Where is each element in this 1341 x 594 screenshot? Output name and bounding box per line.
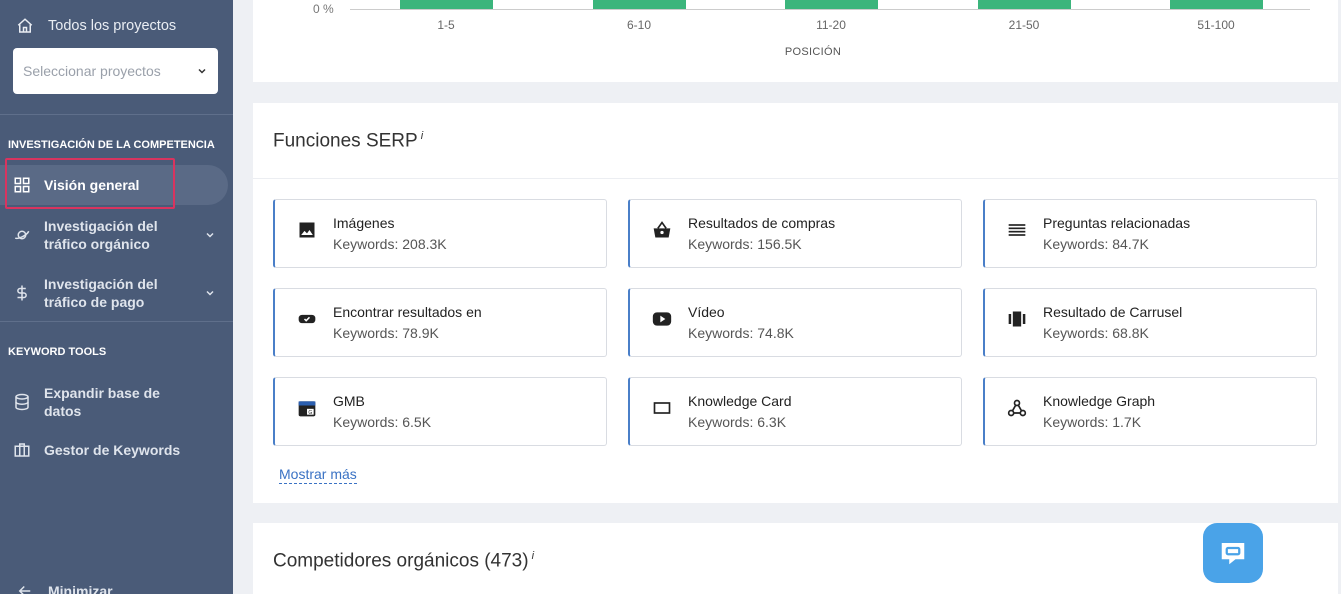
all-projects-label: Todos los proyectos [48,18,177,34]
project-select-placeholder: Seleccionar proyectos [23,63,161,79]
chat-button[interactable] [1203,523,1263,583]
chart-bar [1170,0,1263,9]
sidebar-divider [0,321,233,322]
sidebar-item-label: Investigación del tráfico orgánico [44,218,158,252]
feature-name: GMB [333,393,365,409]
feature-count: Keywords: 156.5K [688,236,802,252]
serp-feature-video[interactable]: Vídeo Keywords: 74.8K [628,288,962,357]
serp-feature-carousel[interactable]: Resultado de Carrusel Keywords: 68.8K [983,288,1317,357]
minimize-label: Minimizar [48,583,113,594]
feature-count: Keywords: 1.7K [1043,414,1142,430]
serp-feature-images[interactable]: Imágenes Keywords: 208.3K [273,199,607,268]
competitors-title: Competidores orgánicos (473) [273,550,529,572]
arrow-left-icon [18,585,31,594]
sidebar-item-organic-traffic[interactable]: Investigación del tráfico orgánico [0,216,228,254]
chevron-down-icon [198,68,206,74]
feature-name: Resultado de Carrusel [1043,304,1183,320]
sidebar-item-keyword-manager[interactable]: Gestor de Keywords [0,440,228,460]
y-axis-tick: 0 % [313,2,334,16]
feature-count: Keywords: 78.9K [333,325,439,341]
shopping-basket-icon [653,221,671,238]
serp-feature-related-questions[interactable]: Preguntas relacionadas Keywords: 84.7K [983,199,1317,268]
chart-baseline [350,9,1310,10]
project-select[interactable]: Seleccionar proyectos [13,48,218,94]
home-icon [17,18,33,33]
chart-bar [785,0,878,9]
position-chart-card: 0 % 1-5 6-10 11-20 21-50 51-100 POSICIÓN [253,0,1338,82]
x-tick-label: 21-50 [1008,18,1040,32]
feature-count: Keywords: 84.7K [1043,236,1149,252]
x-tick-label: 1-5 [437,18,455,32]
sidebar: Todos los proyectos Seleccionar proyecto… [0,0,233,594]
carousel-icon [1008,311,1026,327]
sidebar-item-expand-database[interactable]: Expandir base de datos [0,383,228,421]
x-axis-title: POSICIÓN [784,46,842,58]
section-label-competitor: INVESTIGACIÓN DE LA COMPETENCIA [8,139,215,151]
feature-count: Keywords: 208.3K [333,236,447,252]
ticket-check-icon [298,314,316,324]
serp-features-card: Funciones SERP i Imágenes Keywords: 208.3… [253,103,1338,503]
feature-name: Imágenes [333,215,395,231]
x-tick-label: 6-10 [626,18,652,32]
sidebar-item-label: Expandir base de datos [44,385,160,419]
video-icon [652,312,672,326]
x-tick-label: 11-20 [816,18,846,32]
planet-icon [14,230,30,240]
feature-name: Vídeo [688,304,725,320]
feature-count: Keywords: 6.5K [333,414,432,430]
image-icon [299,222,315,238]
chart-bar [400,0,493,9]
graph-icon [1007,399,1027,417]
serp-feature-find-results[interactable]: Encontrar resultados en Keywords: 78.9K [273,288,607,357]
info-icon[interactable]: i [421,130,423,142]
sidebar-item-paid-traffic[interactable]: Investigación del tráfico de pago [0,274,228,312]
serp-feature-shopping[interactable]: Resultados de compras Keywords: 156.5K [628,199,962,268]
sidebar-item-label: Investigación del tráfico de pago [44,276,158,310]
serp-feature-knowledge-graph[interactable]: Knowledge Graph Keywords: 1.7K [983,377,1317,446]
chart-bar [593,0,686,9]
competitors-title-wrap: Competidores orgánicos (473) i [273,550,534,572]
database-icon [15,393,29,411]
dollar-icon [17,285,27,301]
chat-icon [1221,543,1245,565]
list-icon [1008,224,1026,236]
sidebar-item-label: Gestor de Keywords [44,442,181,458]
feature-count: Keywords: 74.8K [688,325,794,341]
serp-title: Funciones SERP [273,130,418,152]
highlight-box [5,158,175,209]
sidebar-divider [0,114,233,115]
feature-count: Keywords: 6.3K [688,414,787,430]
section-label-keyword-tools: KEYWORD TOOLS [8,346,107,358]
svg-text:G: G [308,410,312,416]
minimize-button[interactable]: Minimizar [16,582,113,594]
feature-name: Resultados de compras [688,215,836,231]
chevron-down-icon [206,290,214,296]
all-projects-link[interactable]: Todos los proyectos [16,17,176,35]
serp-title-wrap: Funciones SERP i [273,130,423,152]
feature-name: Knowledge Graph [1043,393,1156,409]
feature-name: Knowledge Card [688,393,792,409]
feature-name: Preguntas relacionadas [1043,215,1191,231]
serp-feature-knowledge-card[interactable]: Knowledge Card Keywords: 6.3K [628,377,962,446]
card-icon [653,402,671,414]
gmb-store-icon: G [298,401,316,417]
chevron-down-icon [206,232,214,238]
organic-competitors-card: Competidores orgánicos (473) i [253,523,1338,594]
feature-name: Encontrar resultados en [333,304,482,320]
chart-bar [978,0,1071,9]
info-icon[interactable]: i [532,550,534,562]
serp-feature-gmb[interactable]: G GMB Keywords: 6.5K [273,377,607,446]
feature-count: Keywords: 68.8K [1043,325,1149,341]
show-more-link[interactable]: Mostrar más [279,466,357,484]
serp-header-divider [253,178,1338,179]
x-tick-label: 51-100 [1197,18,1235,32]
briefcase-icon [14,443,30,457]
